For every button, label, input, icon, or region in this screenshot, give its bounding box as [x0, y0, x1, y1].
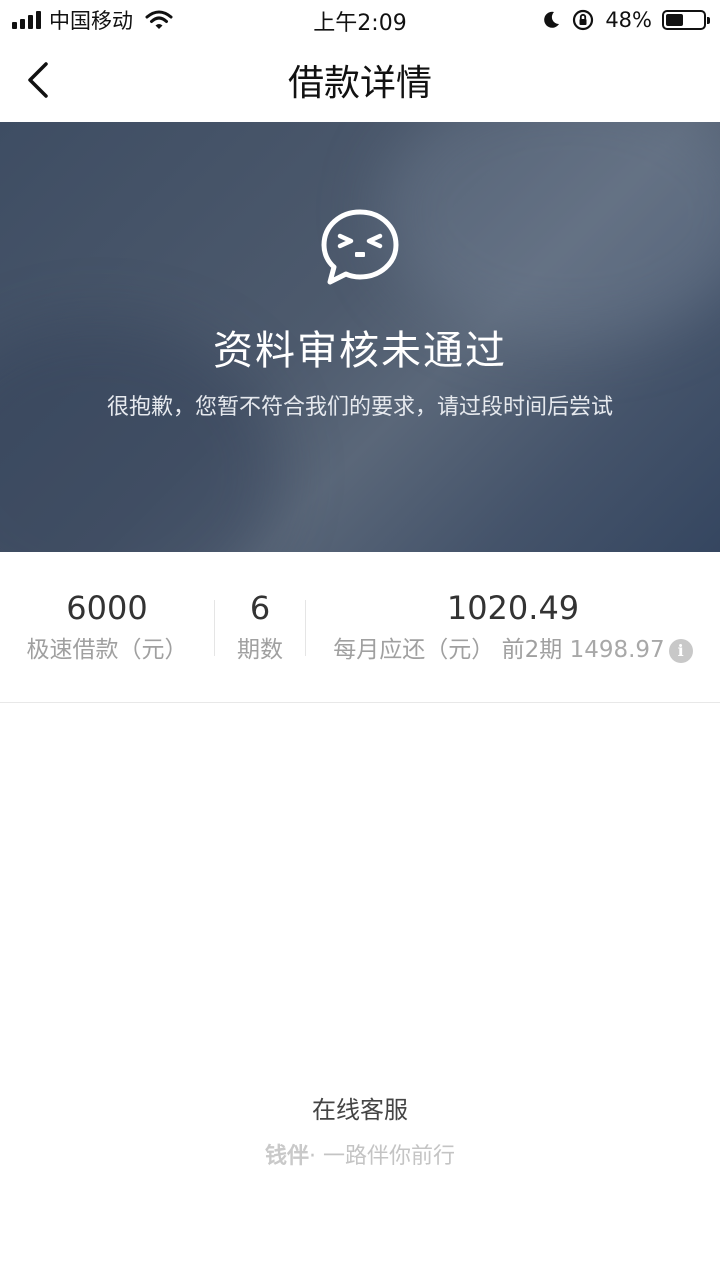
status-banner: 资料审核未通过 很抱歉，您暂不符合我们的要求，请过段时间后尝试 [0, 122, 720, 552]
sad-chat-icon [321, 209, 399, 285]
periods-stat: 6 期数 [222, 588, 298, 670]
stat-divider [305, 600, 306, 656]
battery-icon [662, 10, 710, 30]
brand-slogan: 钱伴· 一路伴你前行 [0, 1138, 720, 1170]
slogan-text: · 一路伴你前行 [309, 1144, 455, 1169]
periods-value: 6 [249, 589, 271, 627]
monthly-payment-value: 1020.49 [446, 589, 580, 627]
online-service-link[interactable]: 在线客服 [0, 1090, 720, 1125]
loan-summary: 6000 极速借款（元） 6 期数 1020.49 每月应还（元） 前2期 14… [0, 552, 720, 703]
monthly-payment-label: 每月应还（元） [333, 637, 495, 663]
loan-amount-value: 6000 [66, 589, 148, 627]
nav-bar: 借款详情 [0, 40, 720, 122]
page-title: 借款详情 [287, 63, 432, 104]
loan-amount-label: 极速借款（元） [26, 637, 188, 663]
battery-percent: 48% [605, 8, 652, 32]
rotation-lock-icon [573, 9, 594, 31]
loan-amount-stat: 6000 极速借款（元） [14, 588, 200, 670]
status-bar: 中国移动 上午2:09 48% [0, 0, 720, 40]
review-status-description: 很抱歉，您暂不符合我们的要求，请过段时间后尝试 [106, 395, 613, 420]
battery-fill [666, 14, 684, 26]
first-periods-amount: 1498.97 [569, 637, 665, 663]
review-status-title: 资料审核未通过 [213, 328, 507, 374]
status-right: 48% [541, 6, 710, 34]
first-periods-label: 前2期 [501, 637, 563, 663]
periods-label: 期数 [237, 637, 283, 663]
stat-divider [214, 600, 215, 656]
monthly-payment-row: 每月应还（元） 前2期 1498.97 i [318, 630, 708, 670]
brand-logo: 钱伴 [264, 1144, 309, 1169]
moon-icon [544, 11, 560, 28]
monthly-payment-stat: 1020.49 每月应还（元） 前2期 1498.97 i [318, 588, 708, 670]
info-icon[interactable]: i [668, 638, 693, 663]
